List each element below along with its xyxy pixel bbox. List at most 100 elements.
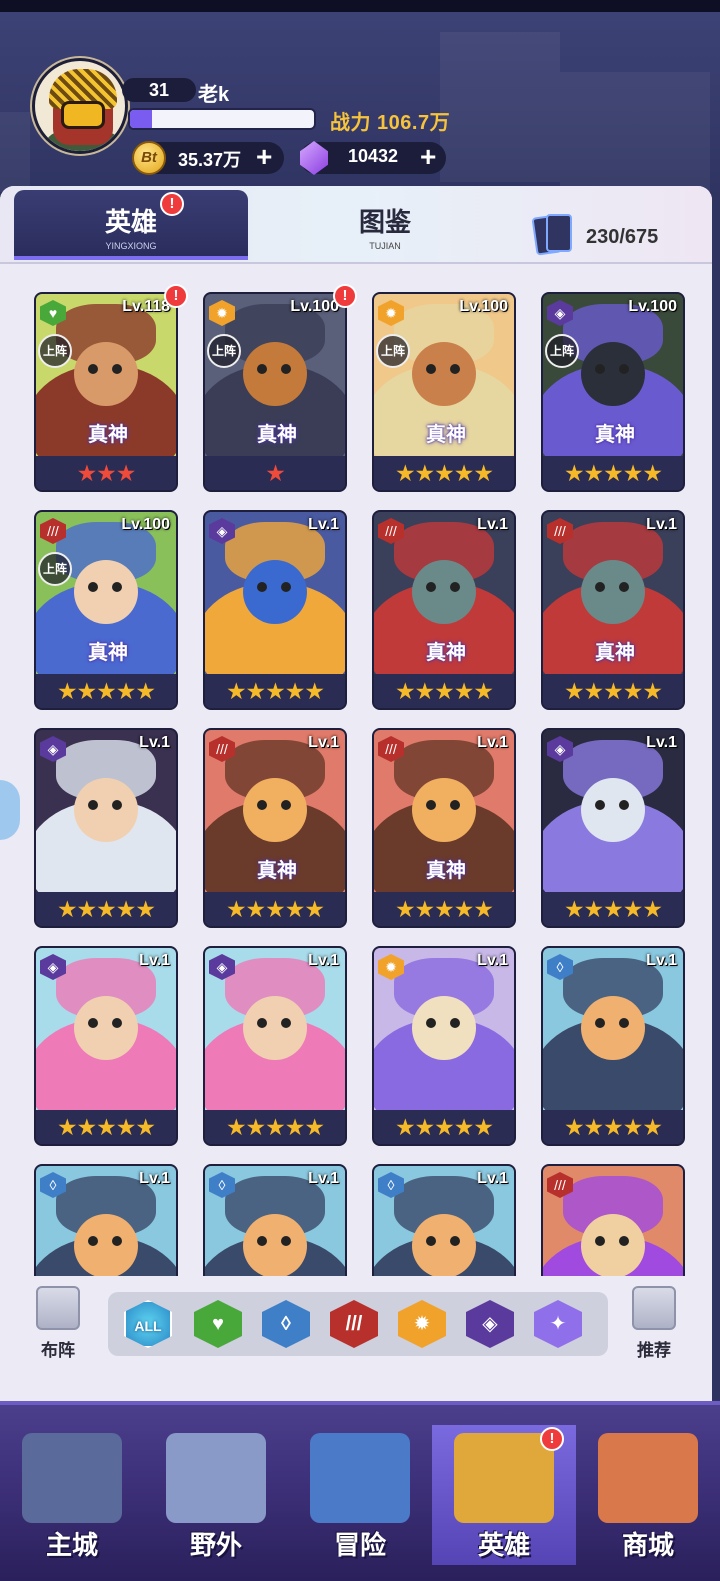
hero-card[interactable]: ◈ Lv.1 ★★★★★ — [34, 728, 178, 928]
hero-level: Lv.1 — [646, 952, 677, 969]
hero-stars: ★★★★★ — [205, 892, 345, 926]
coin-counter: Bt 35.37万 + — [132, 141, 284, 175]
filter-water-button[interactable]: ◊ — [262, 1300, 310, 1348]
tab-heroes[interactable]: 英雄 YINGXIONG ! — [14, 190, 248, 260]
tab-collection-sub: TUJIAN — [369, 241, 401, 251]
hero-card[interactable]: ◊ Lv.1 ★★★★★ — [541, 946, 685, 1146]
rank-emblem: 真神 — [583, 420, 647, 450]
hero-level: Lv.1 — [308, 734, 339, 751]
hero-card[interactable]: /// — [541, 1164, 685, 1276]
hero-stars: ★★★★★ — [543, 456, 683, 490]
player-level: 31 — [122, 78, 196, 102]
flag-icon — [36, 1286, 80, 1330]
deployed-badge: 上阵 — [207, 334, 241, 368]
nav-label: 冒险 — [333, 1530, 386, 1560]
hero-card[interactable]: ◊ Lv.1 — [372, 1164, 516, 1276]
nav-alert-badge: ! — [540, 1427, 564, 1451]
hero-grid: ♥ Lv.118 上阵 真神 ★★★! ✹ Lv.100 上阵 真神 ★! ✹ Lv.100 上阵 真神 ★… — [0, 266, 712, 1276]
hero-level: Lv.1 — [646, 734, 677, 751]
hero-stars: ★★★★★ — [36, 892, 176, 926]
hero-stars: ★ — [205, 456, 345, 490]
nav-city[interactable]: 主城 — [0, 1425, 144, 1565]
rank-emblem: 真神 — [414, 638, 478, 668]
hero-level: Lv.1 — [308, 516, 339, 533]
rank-emblem: 真神 — [76, 638, 140, 668]
hero-card[interactable]: ◈ Lv.100 上阵 真神 ★★★★★ — [541, 292, 685, 492]
hero-card[interactable]: ◊ Lv.1 — [34, 1164, 178, 1276]
nav-field[interactable]: 野外 — [144, 1425, 288, 1565]
deployed-badge: 上阵 — [38, 334, 72, 368]
filter-arcane-button[interactable]: ◈ — [466, 1300, 514, 1348]
hero-card[interactable]: ◈ Lv.1 ★★★★★ — [203, 510, 347, 710]
hero-card[interactable]: ◈ Lv.1 ★★★★★ — [203, 946, 347, 1146]
hero-level: Lv.1 — [139, 952, 170, 969]
hero-level: Lv.100 — [628, 298, 677, 315]
nav-label: 英雄 — [477, 1530, 530, 1560]
hero-level: Lv.1 — [477, 1170, 508, 1187]
hero-stars: ★★★★★ — [205, 1110, 345, 1144]
rank-emblem: 真神 — [583, 638, 647, 668]
player-avatar[interactable] — [32, 58, 128, 154]
filter-all-button[interactable]: ALL — [124, 1300, 172, 1348]
recommend-label: 推荐 — [637, 1341, 671, 1360]
hero-card[interactable]: ///Lv.100 上阵 真神 ★★★★★ — [34, 510, 178, 710]
xp-bar — [128, 108, 316, 130]
add-coins-button[interactable]: + — [256, 142, 272, 172]
hero-card[interactable]: ✹ Lv.1 ★★★★★ — [372, 946, 516, 1146]
hero-card[interactable]: ///Lv.1 真神 ★★★★★ — [372, 510, 516, 710]
hero-stars: ★★★★★ — [543, 892, 683, 926]
tab-alert-badge: ! — [160, 192, 184, 216]
rank-emblem: 真神 — [245, 420, 309, 450]
field-icon — [166, 1433, 266, 1523]
hero-card[interactable]: ◊ Lv.1 — [203, 1164, 347, 1276]
nav-label: 野外 — [189, 1530, 242, 1560]
hero-stars: ★★★ — [36, 456, 176, 490]
hero-alert-badge: ! — [164, 284, 188, 308]
hero-level: Lv.1 — [139, 734, 170, 751]
filter-bar: 布阵 ALL ♥ ◊ /// ✹ ◈ ✦ 推荐 — [0, 1276, 712, 1401]
hero-stars: ★★★★★ — [36, 674, 176, 708]
rank-emblem: 真神 — [245, 856, 309, 886]
hero-level: Lv.1 — [139, 1170, 170, 1187]
hero-card[interactable]: ♥ Lv.118 上阵 真神 ★★★ — [34, 292, 178, 492]
recommend-button[interactable]: 推荐 — [624, 1286, 684, 1362]
hero-card[interactable]: ✹ Lv.100 上阵 真神 ★ — [203, 292, 347, 492]
nav-shop[interactable]: 商城 — [576, 1425, 720, 1565]
deployed-badge: 上阵 — [38, 552, 72, 586]
hero-card[interactable]: ✹ Lv.100 上阵 真神 ★★★★★ — [372, 292, 516, 492]
deployed-badge: 上阵 — [376, 334, 410, 368]
hero-icon — [454, 1433, 554, 1523]
rank-emblem: 真神 — [76, 420, 140, 450]
formation-button[interactable]: 布阵 — [28, 1286, 88, 1362]
player-name: 老k — [198, 84, 230, 106]
filter-fire-button[interactable]: /// — [330, 1300, 378, 1348]
deployed-badge: 上阵 — [545, 334, 579, 368]
hero-card[interactable]: ///Lv.1 真神 ★★★★★ — [203, 728, 347, 928]
hero-alert-badge: ! — [333, 284, 357, 308]
rank-emblem: 真神 — [414, 420, 478, 450]
bottom-nav: 主城 野外 冒险 英雄! 商城 — [0, 1401, 720, 1581]
card-count: 230/675 — [586, 226, 659, 248]
filter-nature-button[interactable]: ♥ — [194, 1300, 242, 1348]
add-gems-button[interactable]: + — [420, 142, 436, 172]
nav-adventure[interactable]: 冒险 — [288, 1425, 432, 1565]
gem-counter: 10432 + — [300, 141, 446, 175]
coin-icon: Bt — [132, 141, 166, 175]
hero-level: Lv.1 — [646, 516, 677, 533]
nav-label: 主城 — [45, 1530, 98, 1560]
hero-card[interactable]: ◈ Lv.1 ★★★★★ — [541, 728, 685, 928]
city-icon — [22, 1433, 122, 1523]
hero-card[interactable]: ///Lv.1 真神 ★★★★★ — [372, 728, 516, 928]
filter-light-button[interactable]: ✹ — [398, 1300, 446, 1348]
tab-bar: 英雄 YINGXIONG ! 图鉴 TUJIAN 230/675 — [0, 186, 712, 264]
hero-stars: ★★★★★ — [374, 1110, 514, 1144]
hero-card[interactable]: ///Lv.1 真神 ★★★★★ — [541, 510, 685, 710]
hero-level: Lv.100 — [121, 516, 170, 533]
hero-card[interactable]: ◈ Lv.1 ★★★★★ — [34, 946, 178, 1146]
element-filter-track: ALL ♥ ◊ /// ✹ ◈ ✦ — [108, 1292, 608, 1356]
hero-level: Lv.1 — [477, 952, 508, 969]
filter-star-button[interactable]: ✦ — [534, 1300, 582, 1348]
nav-hero[interactable]: 英雄! — [432, 1425, 576, 1565]
tab-collection[interactable]: 图鉴 TUJIAN — [270, 190, 500, 260]
tab-heroes-label: 英雄 — [104, 207, 157, 237]
